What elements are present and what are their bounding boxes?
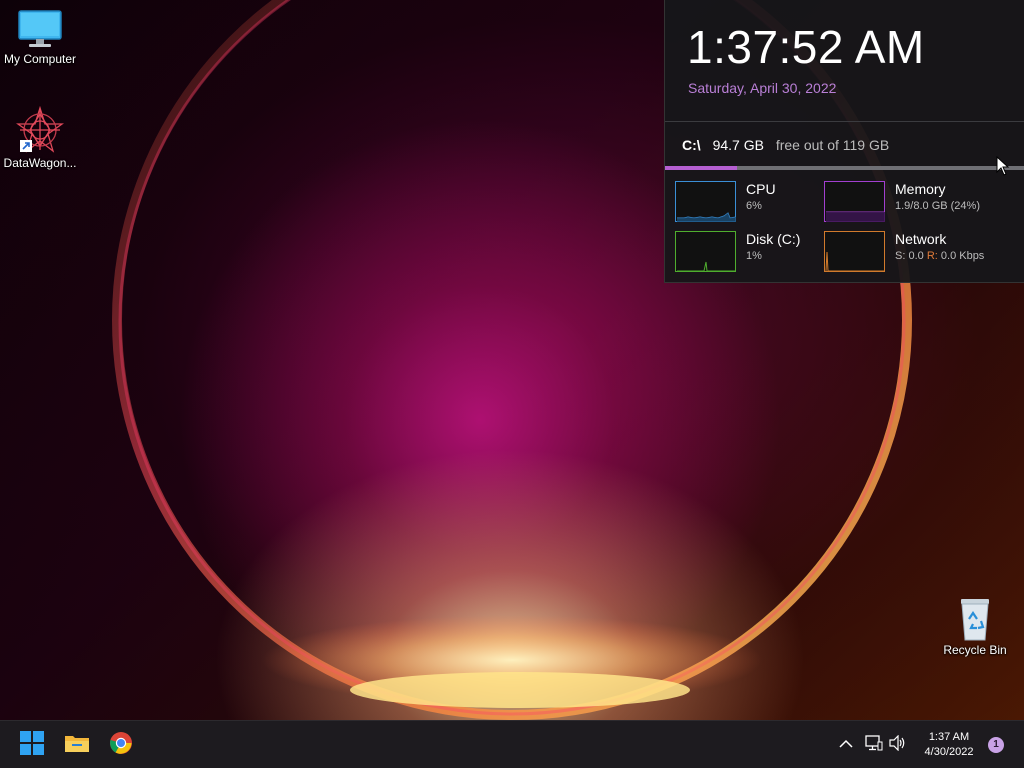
- drive-usage-row: C:\ 94.7 GB free out of 119 GB: [682, 137, 889, 153]
- clock-time: 1:37:52 AM: [687, 21, 925, 73]
- disk-value: 1%: [746, 250, 762, 262]
- drive-usage-bar: [665, 166, 1024, 170]
- divider: [665, 121, 1024, 122]
- file-explorer-button[interactable]: [61, 729, 93, 761]
- system-monitor-widget: 1:37:52 AM Saturday, April 30, 2022 C:\ …: [664, 0, 1024, 283]
- network-recv-label: R:: [926, 250, 938, 262]
- desktop-icon-label: My Computer: [3, 52, 77, 66]
- windows-logo-icon: [20, 730, 44, 760]
- disk-graph: [675, 231, 736, 272]
- datawagon-star-icon: [15, 105, 65, 154]
- memory-value: 1.9/8.0 GB (24%): [895, 200, 980, 212]
- memory-title: Memory: [895, 181, 946, 197]
- cpu-title: CPU: [746, 181, 776, 197]
- desktop-icon-label: Recycle Bin: [943, 643, 1007, 657]
- chrome-icon: [109, 731, 133, 760]
- chrome-button[interactable]: [105, 729, 137, 761]
- drive-letter: C:\: [682, 137, 701, 153]
- memory-graph: [824, 181, 885, 222]
- clock-date: Saturday, April 30, 2022: [688, 80, 837, 96]
- taskbar-clock[interactable]: 1:37 AM 4/30/2022: [920, 730, 978, 760]
- desktop-icon-my-computer[interactable]: My Computer: [0, 10, 80, 66]
- taskbar-time: 1:37 AM: [928, 731, 970, 743]
- network-monitor-icon: [865, 734, 883, 756]
- network-recv-value: 0.0 Kbps: [940, 250, 985, 262]
- desktop-icon-label: DataWagon...: [3, 156, 77, 170]
- volume-button[interactable]: [882, 729, 914, 761]
- network-send-label: S:: [895, 250, 906, 262]
- network-graph: [824, 231, 885, 272]
- start-button[interactable]: [16, 729, 48, 761]
- cpu-value: 6%: [746, 200, 762, 212]
- desktop-icon-datawagon[interactable]: DataWagon...: [0, 105, 80, 170]
- drive-usage-fill: [665, 166, 737, 170]
- speaker-icon: [889, 734, 907, 756]
- taskbar: 1:37 AM 4/30/2022 1: [0, 720, 1024, 768]
- network-send-value: 0.0: [908, 250, 924, 262]
- monitor-icon: [18, 10, 62, 50]
- disk-title: Disk (C:): [746, 231, 801, 247]
- taskbar-date: 4/30/2022: [924, 746, 974, 758]
- folder-icon: [64, 732, 90, 759]
- network-title: Network: [895, 231, 947, 247]
- chevron-up-icon: [839, 736, 853, 754]
- recycle-bin-icon: [955, 597, 995, 641]
- notification-badge[interactable]: 1: [988, 737, 1004, 753]
- desktop-icon-recycle-bin[interactable]: Recycle Bin: [935, 597, 1015, 657]
- network-value: S: 0.0 R: 0.0 Kbps: [895, 250, 984, 262]
- cpu-graph: [675, 181, 737, 222]
- mouse-cursor-icon: [996, 155, 1010, 181]
- drive-total-text: free out of 119 GB: [775, 137, 890, 153]
- drive-free-space: 94.7 GB: [712, 137, 764, 153]
